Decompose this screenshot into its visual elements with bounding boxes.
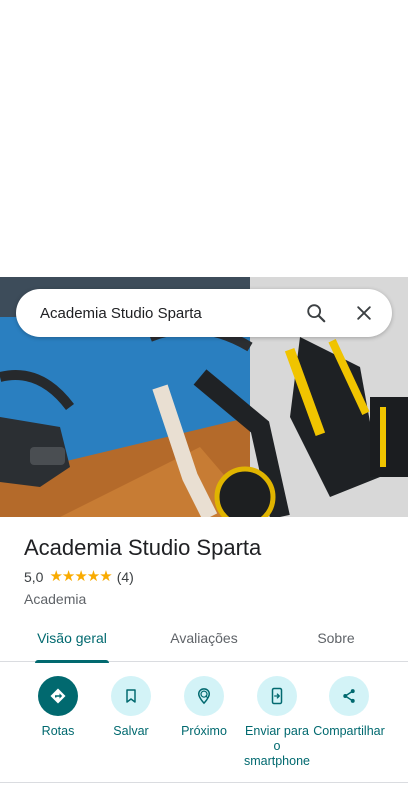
action-label: Próximo [181, 724, 227, 738]
review-count: (4) [116, 569, 134, 585]
action-circle[interactable] [184, 676, 224, 716]
action-label: Salvar [113, 724, 149, 738]
search-input[interactable]: Academia Studio Sparta [40, 305, 292, 322]
nearby-icon [197, 688, 211, 705]
map-blank-area [0, 0, 408, 277]
rating-row[interactable]: 5,0 ★★★★★ (4) [24, 568, 134, 586]
share-button[interactable]: Compartilhar [313, 676, 385, 739]
tab-label: Sobre [317, 630, 355, 646]
directions-icon [50, 688, 66, 704]
tab-overview[interactable]: Visão geral [20, 614, 124, 663]
tab-label: Visão geral [37, 630, 107, 646]
place-title: Academia Studio Sparta [24, 535, 262, 560]
action-row: Rotas Salvar Próximo Enviar para o smart… [0, 676, 408, 782]
search-bar[interactable]: Academia Studio Sparta [16, 289, 392, 337]
rating-stars: ★★★★★ [49, 568, 112, 585]
action-label: Enviar para o smartphone [243, 724, 310, 768]
tab-reviews[interactable]: Avaliações [150, 614, 258, 662]
action-circle[interactable] [257, 676, 297, 716]
search-icon [307, 304, 326, 323]
star-icons: ★★★★★ [49, 568, 112, 585]
save-button[interactable]: Salvar [95, 676, 167, 739]
action-circle[interactable] [111, 676, 151, 716]
place-category: Academia [24, 591, 87, 607]
close-button[interactable] [340, 289, 388, 337]
action-circle[interactable] [329, 676, 369, 716]
divider [0, 782, 408, 783]
tab-bar: Visão geral Avaliações Sobre [0, 614, 408, 663]
send-to-phone-button[interactable]: Enviar para o smartphone [241, 676, 313, 769]
action-label: Rotas [41, 724, 75, 738]
directions-button[interactable]: Rotas [22, 676, 94, 739]
action-circle[interactable] [38, 676, 78, 716]
rating-value: 5,0 [24, 569, 44, 585]
bookmark-icon [126, 689, 136, 703]
action-label: Compartilhar [313, 724, 385, 738]
tab-label: Avaliações [170, 630, 238, 646]
tab-about[interactable]: Sobre [296, 614, 376, 662]
share-icon [343, 689, 355, 703]
search-button[interactable] [292, 289, 340, 337]
nearby-button[interactable]: Próximo [168, 676, 240, 739]
close-icon [357, 306, 371, 320]
tab-active-indicator [35, 660, 109, 663]
send-to-phone-icon [271, 687, 283, 705]
